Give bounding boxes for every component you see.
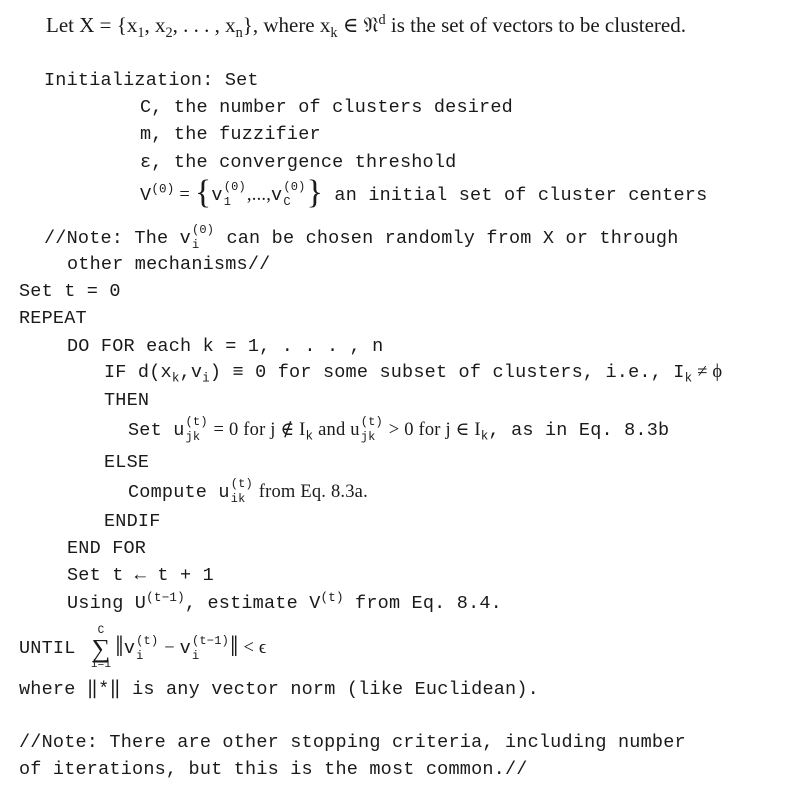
subscript: k bbox=[171, 371, 180, 386]
where-norm-line: where ‖*‖ is any vector norm (like Eucli… bbox=[19, 679, 539, 700]
init-item-clusters: C, the number of clusters desired bbox=[140, 97, 513, 118]
subsup: (t) jk bbox=[360, 415, 383, 444]
code-text: ,v bbox=[179, 362, 203, 383]
norm-close: ‖ bbox=[230, 629, 239, 663]
subscript: n bbox=[235, 25, 243, 42]
code-text: > 0 for j ∈ I bbox=[383, 419, 481, 440]
code-text: , estimate V bbox=[184, 593, 321, 614]
using-u-line: Using U(t−1), estimate V(t) from Eq. 8.4… bbox=[67, 590, 502, 614]
if-condition-line: IF d(xk,vi) ≡ 0 for some subset of clust… bbox=[104, 362, 723, 386]
do-for-line: DO FOR each k = 1, . . . , n bbox=[67, 336, 384, 357]
code-text: = 0 for j ∉ I bbox=[208, 419, 306, 440]
init-item-threshold: ε, the convergence threshold bbox=[140, 152, 457, 173]
set-t-increment: Set t ← t + 1 bbox=[67, 565, 214, 586]
intro-text: Let X = {x bbox=[46, 13, 138, 37]
superscript: (t) bbox=[185, 415, 208, 429]
set-t-zero: Set t = 0 bbox=[19, 281, 121, 302]
code-text: Set u bbox=[128, 419, 185, 441]
open-brace: { bbox=[194, 174, 212, 211]
code-text: IF d(x bbox=[104, 362, 172, 383]
until-condition: UNTIL C ∑ i=1 ‖v (t) i − v (t−1) i ‖ < ϵ bbox=[19, 626, 267, 671]
subsup: (0) i bbox=[191, 223, 215, 252]
intro-text: is the set of vectors to be clustered. bbox=[385, 13, 686, 37]
ellipsis: ,..., bbox=[246, 184, 272, 205]
subscript: ik bbox=[230, 492, 246, 506]
code-text: Compute u bbox=[128, 481, 230, 503]
math-symbol: v bbox=[179, 638, 191, 660]
code-text: ≠ ϕ bbox=[692, 362, 723, 382]
intro-text: }, where x bbox=[242, 13, 331, 37]
subscript: jk bbox=[360, 430, 376, 444]
intro-text: , x bbox=[144, 13, 166, 37]
code-text: from Eq. 8.4. bbox=[343, 593, 502, 614]
subscript: 1 bbox=[223, 195, 232, 209]
subscript: i bbox=[136, 648, 144, 663]
init-heading: Initialization: Set bbox=[44, 70, 259, 91]
math-symbol: v bbox=[271, 184, 283, 206]
code-text: and u bbox=[313, 419, 360, 440]
init-item-initial-centers: V(0) = {v (0) 1 ,...,v (0) C} an initial set … bbox=[140, 176, 708, 212]
superscript: (t) bbox=[320, 590, 344, 605]
subscript: i bbox=[202, 371, 210, 386]
math-symbol: v bbox=[123, 638, 136, 660]
code-text: ) ≡ 0 for some subset of clusters, i.e.,… bbox=[209, 362, 685, 383]
superscript: d bbox=[378, 12, 386, 28]
subscript: C bbox=[283, 195, 291, 209]
intro-text: , . . . , x bbox=[172, 13, 236, 37]
description-text: an initial set of cluster centers bbox=[323, 184, 708, 206]
code-text: , as in Eq. 8.3b bbox=[488, 419, 670, 441]
superscript: (t) bbox=[136, 633, 159, 648]
subsup: (t−1) i bbox=[191, 633, 229, 663]
set-u-line: Set u (t) jk = 0 for j ∉ Ik and u (t) jk > 0… bbox=[128, 415, 670, 444]
subsup: (0) 1 bbox=[223, 180, 246, 209]
math-symbol: V bbox=[140, 184, 152, 206]
close-brace: } bbox=[306, 174, 324, 211]
note-initialization-line2: other mechanisms// bbox=[67, 254, 271, 275]
intro-text: ∈ 𝔑 bbox=[337, 13, 379, 37]
then-keyword: THEN bbox=[104, 390, 150, 411]
subsup: (t) ik bbox=[230, 477, 253, 506]
superscript: (t) bbox=[230, 477, 253, 491]
less-than-epsilon: < ϵ bbox=[238, 638, 267, 659]
superscript: (0) bbox=[223, 180, 246, 194]
superscript: (t−1) bbox=[191, 633, 229, 648]
superscript: (t−1) bbox=[146, 590, 185, 605]
superscript: (0) bbox=[283, 180, 306, 194]
endif-keyword: ENDIF bbox=[104, 511, 161, 532]
subscript: i bbox=[191, 648, 200, 663]
note-stopping-line1: //Note: There are other stopping criteri… bbox=[19, 732, 686, 753]
repeat-keyword: REPEAT bbox=[19, 308, 87, 329]
superscript: (0) bbox=[191, 223, 215, 237]
note-text: can be chosen randomly from X or through bbox=[215, 227, 679, 249]
code-text: from Eq. 8.3a. bbox=[253, 481, 368, 502]
note-initialization-line1: //Note: The v (0) i can be chosen randomly… bbox=[44, 223, 679, 252]
subscript: k bbox=[330, 25, 338, 42]
sigma-symbol: ∑ bbox=[91, 634, 111, 663]
subscript: i bbox=[191, 238, 200, 252]
math-symbol: v bbox=[211, 184, 223, 206]
equals-sign: = bbox=[174, 184, 195, 205]
superscript: (t) bbox=[360, 415, 383, 429]
compute-u-line: Compute u (t) ik from Eq. 8.3a. bbox=[128, 477, 368, 506]
until-keyword: UNTIL bbox=[19, 638, 87, 660]
code-text: Using U bbox=[67, 593, 147, 614]
norm-open: ‖ bbox=[115, 629, 124, 663]
subscript: k bbox=[480, 429, 489, 444]
end-for-keyword: END FOR bbox=[67, 538, 147, 559]
subsup: (t) jk bbox=[185, 415, 208, 444]
note-text: //Note: The v bbox=[44, 227, 191, 249]
subscript: 2 bbox=[165, 25, 173, 42]
init-item-fuzzifier: m, the fuzzifier bbox=[140, 124, 321, 145]
subsup: (0) C bbox=[283, 180, 306, 209]
note-stopping-line2: of iterations, but this is the most comm… bbox=[19, 759, 528, 780]
minus-sign: − bbox=[159, 638, 180, 659]
summation: C ∑ i=1 bbox=[91, 626, 111, 671]
subsup: (t) i bbox=[136, 633, 159, 663]
sum-lower-limit: i=1 bbox=[90, 659, 112, 672]
intro-statement: Let X = {x1, x2, . . . , xn}, where xk ∈… bbox=[46, 12, 686, 42]
else-keyword: ELSE bbox=[104, 452, 150, 473]
superscript: (0) bbox=[151, 182, 175, 197]
subscript: jk bbox=[185, 430, 201, 444]
